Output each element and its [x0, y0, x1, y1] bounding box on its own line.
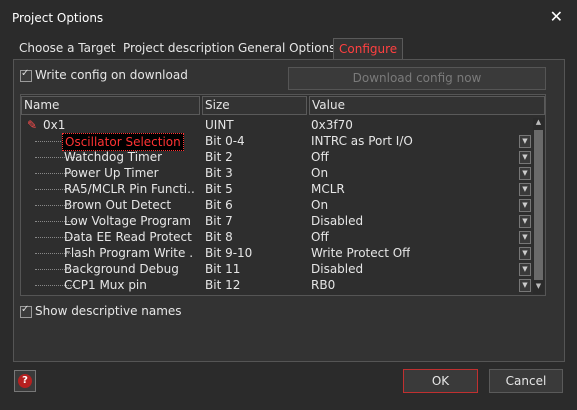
row-value[interactable]: Off	[311, 229, 329, 245]
row-size: Bit 12	[205, 278, 241, 292]
row-value[interactable]: Write Protect Off	[311, 245, 410, 261]
row-name: Data EE Read Protect	[64, 230, 192, 244]
show-descriptive-checkbox[interactable]	[20, 304, 32, 318]
row-value[interactable]: INTRC as Port I/O	[311, 133, 413, 149]
grid-vertical-scrollbar[interactable]: ▲ ▼	[533, 118, 544, 294]
grid-row[interactable]: Low Voltage Program Bit 7 Disabled ▼	[21, 213, 533, 229]
dropdown-arrow-icon[interactable]: ▼	[519, 183, 531, 196]
column-header-size[interactable]: Size	[202, 96, 307, 115]
row-name: Low Voltage Program	[64, 214, 191, 228]
grid-row[interactable]: CCP1 Mux pin Bit 12 RB0 ▼	[21, 277, 533, 293]
row-size: Bit 9-10	[205, 246, 253, 260]
root-size: UINT	[205, 118, 234, 132]
dropdown-arrow-icon[interactable]: ▼	[519, 199, 531, 212]
row-size: Bit 3	[205, 166, 233, 180]
show-descriptive-label: Show descriptive names	[35, 304, 182, 318]
row-value[interactable]: RB0	[311, 277, 335, 293]
grid-row[interactable]: RA5/MCLR Pin Functi... Bit 5 MCLR ▼	[21, 181, 533, 197]
row-size: Bit 11	[205, 262, 241, 276]
row-name: Watchdog Timer	[64, 150, 163, 164]
row-name: RA5/MCLR Pin Functi...	[64, 182, 194, 196]
tab-general-options[interactable]: General Options	[233, 38, 340, 59]
grid-root-row[interactable]: ✎ 0x1 UINT 0x3f70	[21, 117, 533, 133]
dropdown-arrow-icon[interactable]: ▼	[519, 215, 531, 228]
title-bar: Project Options ✕	[0, 0, 577, 36]
row-size: Bit 0-4	[205, 134, 245, 148]
grid-row[interactable]: Oscillator Selection Bit 0-4 INTRC as Port…	[21, 133, 533, 151]
help-icon: ?	[18, 374, 32, 388]
column-header-value[interactable]: Value	[309, 96, 545, 115]
row-value[interactable]: Disabled	[311, 213, 363, 229]
row-size: Bit 7	[205, 214, 233, 228]
row-value[interactable]: MCLR	[311, 181, 345, 197]
ok-button[interactable]: OK	[403, 369, 478, 393]
dropdown-arrow-icon[interactable]: ▼	[519, 135, 531, 148]
window-title: Project Options	[12, 11, 104, 25]
close-icon[interactable]: ✕	[550, 8, 563, 26]
write-config-label: Write config on download	[35, 68, 188, 82]
download-config-button[interactable]: Download config now	[288, 67, 546, 90]
root-node-icon: ✎	[27, 118, 38, 132]
row-value[interactable]: Off	[311, 149, 329, 165]
root-value: 0x3f70	[311, 118, 353, 132]
dropdown-arrow-icon[interactable]: ▼	[519, 263, 531, 276]
column-header-name[interactable]: Name	[21, 96, 200, 115]
row-size: Bit 8	[205, 230, 233, 244]
grid-row[interactable]: Watchdog Timer Bit 2 Off ▼	[21, 149, 533, 165]
scroll-down-icon[interactable]: ▼	[533, 282, 544, 290]
row-value[interactable]: On	[311, 197, 328, 213]
row-name: Power Up Timer	[64, 166, 159, 180]
root-name: 0x1	[43, 118, 66, 132]
row-name: Brown Out Detect	[64, 198, 172, 212]
row-value[interactable]: Disabled	[311, 261, 363, 277]
row-size: Bit 5	[205, 182, 233, 196]
dropdown-arrow-icon[interactable]: ▼	[519, 279, 531, 292]
tab-project-description[interactable]: Project description	[118, 38, 240, 59]
grid-row[interactable]: Flash Program Write ... Bit 9-10 Write Pro…	[21, 245, 533, 261]
grid-row[interactable]: Background Debug Bit 11 Disabled ▼	[21, 261, 533, 277]
dropdown-arrow-icon[interactable]: ▼	[519, 247, 531, 260]
help-button[interactable]: ?	[14, 370, 36, 392]
scroll-up-icon[interactable]: ▲	[533, 118, 544, 126]
grid-row[interactable]: Data EE Read Protect Bit 8 Off ▼	[21, 229, 533, 245]
config-grid: Name Size Value ✎ 0x1 UINT 0x3f70 Oscill…	[20, 94, 546, 296]
row-name: Background Debug	[64, 262, 179, 276]
dropdown-arrow-icon[interactable]: ▼	[519, 167, 531, 180]
row-name: CCP1 Mux pin	[64, 278, 147, 292]
row-name: Flash Program Write ...	[64, 246, 194, 260]
row-size: Bit 2	[205, 150, 233, 164]
grid-row[interactable]: Brown Out Detect Bit 6 On ▼	[21, 197, 533, 213]
dropdown-arrow-icon[interactable]: ▼	[519, 231, 531, 244]
cancel-button[interactable]: Cancel	[489, 369, 563, 393]
row-size: Bit 6	[205, 198, 233, 212]
grid-row[interactable]: Power Up Timer Bit 3 On ▼	[21, 165, 533, 181]
write-config-checkbox[interactable]	[20, 68, 32, 82]
tab-configure[interactable]: Configure	[333, 38, 404, 60]
row-value[interactable]: On	[311, 165, 328, 181]
configure-panel: Write config on download Download config…	[13, 59, 565, 362]
dropdown-arrow-icon[interactable]: ▼	[519, 151, 531, 164]
scroll-thumb[interactable]	[534, 130, 543, 280]
tab-choose-target[interactable]: Choose a Target	[14, 38, 120, 59]
